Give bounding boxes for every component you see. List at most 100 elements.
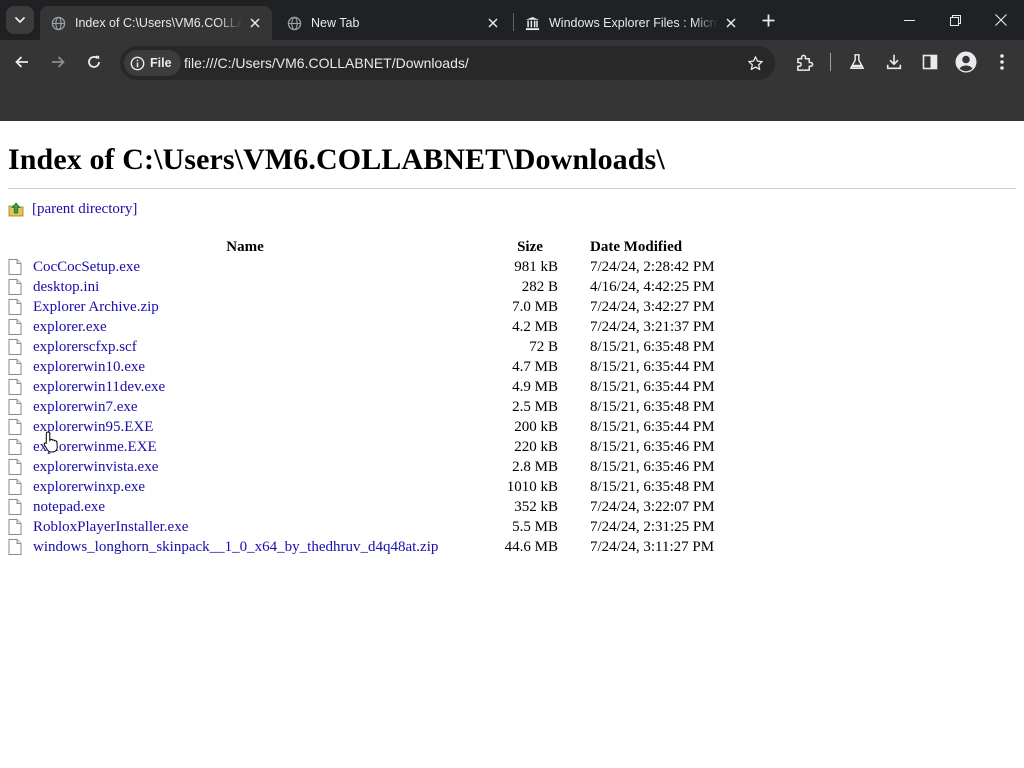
labs-button[interactable] xyxy=(845,50,869,74)
file-link[interactable]: explorerwin11dev.exe xyxy=(33,379,165,396)
file-size: 5.5 MB xyxy=(512,518,558,535)
parent-directory-row: [parent directory] xyxy=(8,199,137,219)
file-date-modified: 4/16/24, 4:42:25 PM xyxy=(590,278,715,295)
extensions-button[interactable] xyxy=(792,50,816,74)
file-listing-table: Name Size Date Modified CocCocSetup.exe 9… xyxy=(8,237,778,557)
file-date-modified: 8/15/21, 6:35:48 PM xyxy=(590,478,715,495)
table-row: RobloxPlayerInstaller.exe 5.5 MB 7/24/24, … xyxy=(8,517,778,537)
file-name-wrapper: explorerwinxp.exe xyxy=(8,479,482,496)
labs-icon xyxy=(849,54,865,70)
file-icon xyxy=(8,339,22,355)
site-info-chip[interactable]: File xyxy=(124,50,181,76)
close-icon xyxy=(995,14,1007,26)
browser-chrome: Index of C:\Users\VM6.COLLABNET\Download… xyxy=(0,0,1024,121)
file-size: 2.5 MB xyxy=(512,398,558,415)
file-name-cell: Explorer Archive.zip xyxy=(8,297,482,317)
url-text[interactable]: file:///C:/Users/VM6.COLLABNET/Downloads… xyxy=(184,55,469,71)
new-tab-button[interactable] xyxy=(757,9,779,31)
file-name-wrapper: explorerwin10.exe xyxy=(8,359,482,376)
table-row: explorerwin95.EXE 200 kB 8/15/21, 6:35:44 … xyxy=(8,417,778,437)
table-header-row: Name Size Date Modified xyxy=(8,237,778,257)
file-link[interactable]: CocCocSetup.exe xyxy=(33,259,140,276)
side-panel-button[interactable] xyxy=(918,50,942,74)
toolbar-divider xyxy=(830,53,831,71)
file-name-cell: windows_longhorn_skinpack__1_0_x64_by_th… xyxy=(8,537,482,557)
table-row: explorerscfxp.scf 72 B 8/15/21, 6:35:48 PM xyxy=(8,337,778,357)
file-link[interactable]: explorerwin10.exe xyxy=(33,359,145,376)
address-bar[interactable]: File file:///C:/Users/VM6.COLLABNET/Down… xyxy=(120,46,775,80)
column-header-date-modified[interactable]: Date Modified xyxy=(558,237,778,257)
file-date-modified: 7/24/24, 3:11:27 PM xyxy=(590,538,715,555)
file-date-modified: 8/15/21, 6:35:46 PM xyxy=(590,438,715,455)
file-name-cell: CocCocSetup.exe xyxy=(8,257,482,277)
column-header-size[interactable]: Size xyxy=(482,237,558,257)
file-link[interactable]: RobloxPlayerInstaller.exe xyxy=(33,519,188,536)
table-row: explorerwin10.exe 4.7 MB 8/15/21, 6:35:44 … xyxy=(8,357,778,377)
file-icon xyxy=(8,359,22,375)
file-name-wrapper: explorer.exe xyxy=(8,319,482,336)
file-date-modified: 8/15/21, 6:35:44 PM xyxy=(590,418,715,435)
file-link[interactable]: explorerwin7.exe xyxy=(33,399,138,416)
file-name-wrapper: windows_longhorn_skinpack__1_0_x64_by_th… xyxy=(8,539,482,556)
file-link[interactable]: desktop.ini xyxy=(33,279,99,296)
file-icon xyxy=(8,319,22,335)
file-size: 220 kB xyxy=(514,438,558,455)
file-link[interactable]: explorerwinxp.exe xyxy=(33,479,145,496)
plus-icon xyxy=(762,14,774,26)
star-icon xyxy=(747,55,763,70)
table-row: windows_longhorn_skinpack__1_0_x64_by_th… xyxy=(8,537,778,557)
file-icon xyxy=(8,539,22,555)
table-row: explorerwinme.EXE 220 kB 8/15/21, 6:35:46 … xyxy=(8,437,778,457)
file-icon xyxy=(8,459,22,475)
minimize-icon xyxy=(903,19,915,21)
tab-search-button[interactable] xyxy=(6,6,34,34)
bookmark-star-button[interactable] xyxy=(745,53,765,73)
back-button[interactable] xyxy=(7,47,37,77)
restore-button[interactable] xyxy=(932,0,978,40)
file-link[interactable]: notepad.exe xyxy=(33,499,105,516)
table-row: CocCocSetup.exe 981 kB 7/24/24, 2:28:42 PM xyxy=(8,257,778,277)
table-row: explorer.exe 4.2 MB 7/24/24, 3:21:37 PM xyxy=(8,317,778,337)
file-name-cell: explorerwinxp.exe xyxy=(8,477,482,497)
file-link[interactable]: explorerwinvista.exe xyxy=(33,459,158,476)
file-name-wrapper: notepad.exe xyxy=(8,499,482,516)
profile-button[interactable] xyxy=(954,50,978,74)
downloads-button[interactable] xyxy=(882,50,906,74)
close-window-button[interactable] xyxy=(978,0,1024,40)
tab-new-tab[interactable]: New Tab xyxy=(276,6,510,40)
browser-menu-button[interactable] xyxy=(990,50,1014,74)
table-row: explorerwinvista.exe 2.8 MB 8/15/21, 6:35:… xyxy=(8,457,778,477)
file-size: 4.2 MB xyxy=(512,318,558,335)
minimize-button[interactable] xyxy=(886,0,932,40)
file-size: 282 B xyxy=(521,278,558,295)
tab-search-icon xyxy=(15,17,25,24)
forward-icon xyxy=(52,56,65,68)
forward-button[interactable] xyxy=(43,47,73,77)
file-name-cell: notepad.exe xyxy=(8,497,482,517)
file-link[interactable]: explorerscfxp.scf xyxy=(33,339,137,356)
file-size: 200 kB xyxy=(514,418,558,435)
file-name-cell: explorerwin10.exe xyxy=(8,357,482,377)
file-date-modified: 7/24/24, 3:22:07 PM xyxy=(590,498,715,515)
reload-icon xyxy=(88,55,100,68)
file-icon xyxy=(8,419,22,435)
tab-windows-explorer-files[interactable]: Windows Explorer Files : Microsoft xyxy=(514,6,748,40)
tab-close-icon[interactable] xyxy=(722,14,740,32)
table-row: explorerwin11dev.exe 4.9 MB 8/15/21, 6:35:… xyxy=(8,377,778,397)
file-link[interactable]: windows_longhorn_skinpack__1_0_x64_by_th… xyxy=(33,539,438,556)
page-content: Index of C:\Users\VM6.COLLABNET\Download… xyxy=(0,121,1024,768)
column-header-name[interactable]: Name xyxy=(8,237,482,257)
tab-title: Index of C:\Users\VM6.COLLABNET\Download… xyxy=(75,16,242,30)
table-row: Explorer Archive.zip 7.0 MB 7/24/24, 3:42:… xyxy=(8,297,778,317)
reload-button[interactable] xyxy=(79,47,109,77)
file-date-modified: 8/15/21, 6:35:48 PM xyxy=(590,398,715,415)
parent-directory-link[interactable]: [parent directory] xyxy=(32,201,137,218)
tab-downloads-index[interactable]: Index of C:\Users\VM6.COLLABNET\Download… xyxy=(40,6,272,40)
file-link[interactable]: Explorer Archive.zip xyxy=(33,299,159,316)
file-link[interactable]: explorer.exe xyxy=(33,319,107,336)
file-date-modified: 8/15/21, 6:35:46 PM xyxy=(590,458,715,475)
tab-close-icon[interactable] xyxy=(246,14,264,32)
tab-close-icon[interactable] xyxy=(484,14,502,32)
file-icon xyxy=(8,299,22,315)
file-icon xyxy=(8,499,22,515)
